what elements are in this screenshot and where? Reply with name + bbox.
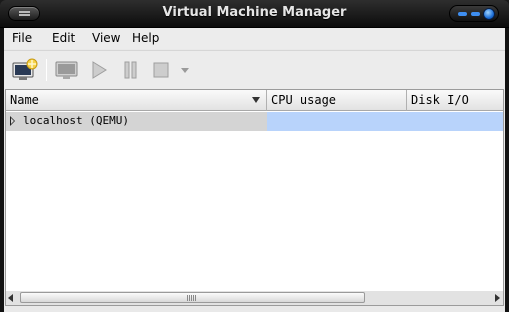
menu-file[interactable]: File bbox=[12, 31, 32, 45]
row-cpu-cell bbox=[267, 112, 503, 131]
monitor-icon bbox=[55, 61, 78, 79]
run-button[interactable] bbox=[87, 58, 113, 82]
table-row[interactable]: localhost (QEMU) bbox=[6, 112, 503, 131]
menu-view[interactable]: View bbox=[92, 31, 120, 45]
scrollbar-grip bbox=[187, 295, 196, 301]
pause-icon bbox=[124, 61, 137, 79]
main-window: Virtual Machine Manager File Edit View H… bbox=[0, 0, 509, 312]
window-title: Virtual Machine Manager bbox=[162, 5, 347, 20]
client-area: File Edit View Help Name CPU usage Disk … bbox=[4, 28, 505, 312]
open-console-button[interactable] bbox=[54, 58, 80, 82]
menu-help[interactable]: Help bbox=[132, 31, 159, 45]
menubar: File Edit View Help bbox=[4, 28, 505, 49]
row-name-cell: localhost (QEMU) bbox=[6, 112, 267, 131]
shutdown-button[interactable] bbox=[149, 58, 175, 82]
column-cpu-label: CPU usage bbox=[271, 93, 337, 107]
new-vm-button[interactable] bbox=[12, 58, 38, 82]
column-disk-label: Disk I/O bbox=[411, 93, 469, 107]
pause-button[interactable] bbox=[118, 58, 144, 82]
maximize-button[interactable] bbox=[471, 12, 480, 16]
toolbar bbox=[4, 50, 505, 90]
connection-name: localhost (QEMU) bbox=[23, 114, 129, 127]
toolbar-separator bbox=[46, 59, 47, 81]
column-name-label: Name bbox=[10, 93, 39, 107]
window-controls bbox=[449, 5, 499, 22]
expander-arrow-icon[interactable] bbox=[10, 116, 15, 126]
column-header-disk[interactable]: Disk I/O bbox=[407, 90, 503, 111]
column-header-cpu[interactable]: CPU usage bbox=[267, 90, 407, 111]
scroll-right-icon[interactable] bbox=[495, 294, 500, 302]
new-vm-icon bbox=[12, 58, 38, 80]
stop-icon bbox=[153, 62, 169, 78]
shutdown-menu-button[interactable] bbox=[178, 58, 192, 82]
sort-descending-icon bbox=[252, 97, 260, 103]
column-header-name[interactable]: Name bbox=[6, 90, 267, 111]
dropdown-arrow-icon bbox=[181, 68, 189, 73]
horizontal-scrollbar[interactable] bbox=[5, 291, 504, 306]
close-button[interactable] bbox=[483, 8, 495, 20]
minimize-button[interactable] bbox=[458, 12, 467, 16]
titlebar[interactable]: Virtual Machine Manager bbox=[0, 0, 509, 28]
scrollbar-thumb[interactable] bbox=[20, 292, 365, 303]
play-icon bbox=[92, 61, 107, 79]
scroll-left-icon[interactable] bbox=[8, 294, 13, 302]
vm-list[interactable]: Name CPU usage Disk I/O localhost (QEMU) bbox=[5, 89, 504, 292]
menu-edit[interactable]: Edit bbox=[52, 31, 75, 45]
